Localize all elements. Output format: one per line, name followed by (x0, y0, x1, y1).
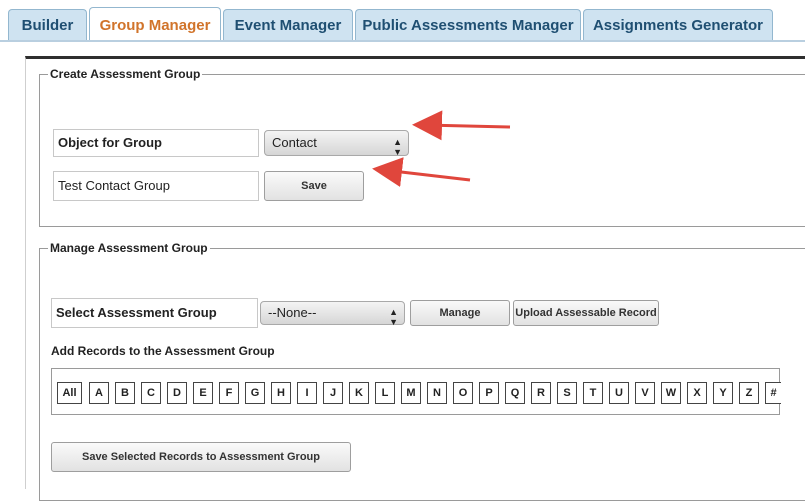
manage-assessment-group-fieldset: Manage Assessment Group Select Assessmen… (39, 241, 805, 501)
letter-filter-y[interactable]: Y (713, 382, 733, 404)
save-button[interactable]: Save (264, 171, 364, 201)
letter-filter-h[interactable]: H (271, 382, 291, 404)
create-assessment-group-legend: Create Assessment Group (50, 67, 201, 81)
letter-filter-t[interactable]: T (583, 382, 603, 404)
upload-assessable-record-button[interactable]: Upload Assessable Record (513, 300, 659, 326)
letter-filter-p[interactable]: P (479, 382, 499, 404)
letter-filter-w[interactable]: W (661, 382, 681, 404)
letter-filter-k[interactable]: K (349, 382, 369, 404)
letter-filter-x[interactable]: X (687, 382, 707, 404)
assessment-group-select-value: --None-- (268, 305, 317, 320)
up-down-caret-icon: ▲ ▼ (389, 307, 398, 327)
letter-filter-a[interactable]: A (89, 382, 109, 404)
group-name-input[interactable]: Test Contact Group (53, 171, 259, 201)
manage-assessment-group-legend: Manage Assessment Group (50, 241, 208, 255)
red-arrow-icon (412, 110, 511, 141)
assessment-group-select[interactable]: --None-- ▲ ▼ (260, 301, 405, 327)
tab-builder[interactable]: Builder (8, 9, 87, 40)
tab-assignments-generator[interactable]: Assignments Generator (583, 9, 773, 40)
tab-event-manager[interactable]: Event Manager (223, 9, 353, 40)
letter-filter-l[interactable]: L (375, 382, 395, 404)
letter-filter-hash[interactable]: # (765, 382, 781, 404)
add-records-label: Add Records to the Assessment Group (51, 344, 275, 358)
letter-filter-e[interactable]: E (193, 382, 213, 404)
select-assessment-group-label: Select Assessment Group (51, 298, 258, 328)
letter-filter-u[interactable]: U (609, 382, 629, 404)
letter-filter-bar: All A B C D E F G H I J K L M N O P Q R … (51, 368, 781, 415)
object-for-group-select-value: Contact (272, 135, 317, 150)
manage-button[interactable]: Manage (410, 300, 510, 326)
tab-public-assessments-manager[interactable]: Public Assessments Manager (355, 9, 581, 40)
create-assessment-group-fieldset: Create Assessment Group Object for Group… (39, 67, 805, 227)
tab-bar: Builder Group Manager Event Manager Publ… (0, 0, 805, 42)
letter-filter-g[interactable]: G (245, 382, 265, 404)
letter-filter-v[interactable]: V (635, 382, 655, 404)
letter-filter-all[interactable]: All (57, 382, 82, 404)
letter-filter-i[interactable]: I (297, 382, 317, 404)
letter-filter-z[interactable]: Z (739, 382, 759, 404)
up-down-caret-icon: ▲ ▼ (393, 137, 402, 157)
letter-filter-n[interactable]: N (427, 382, 447, 404)
save-selected-records-button[interactable]: Save Selected Records to Assessment Grou… (51, 442, 351, 472)
letter-filter-f[interactable]: F (219, 382, 239, 404)
letter-filter-q[interactable]: Q (505, 382, 525, 404)
letter-filter-o[interactable]: O (453, 382, 473, 404)
red-arrow-icon (372, 157, 471, 187)
object-for-group-select[interactable]: Contact ▲ ▼ (264, 130, 409, 157)
letter-filter-j[interactable]: J (323, 382, 343, 404)
tab-underline (0, 40, 805, 42)
object-for-group-label: Object for Group (53, 129, 259, 157)
letter-filter-d[interactable]: D (167, 382, 187, 404)
letter-filter-b[interactable]: B (115, 382, 135, 404)
letter-filter-r[interactable]: R (531, 382, 551, 404)
tab-group-manager[interactable]: Group Manager (89, 7, 221, 42)
letter-filter-c[interactable]: C (141, 382, 161, 404)
letter-filter-s[interactable]: S (557, 382, 577, 404)
letter-filter-m[interactable]: M (401, 382, 421, 404)
